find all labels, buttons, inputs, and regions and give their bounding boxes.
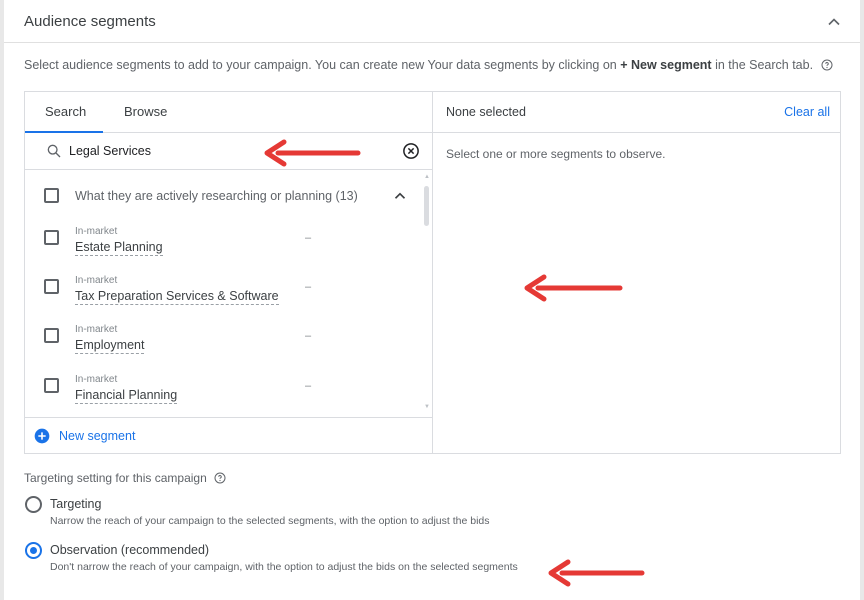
card-header: Audience segments — [4, 0, 860, 43]
help-icon[interactable] — [821, 59, 833, 71]
targeting-radio[interactable] — [25, 496, 42, 513]
group-checkbox[interactable] — [44, 188, 59, 203]
targeting-setting-text: Targeting setting for this campaign — [24, 471, 207, 485]
search-pane: Search Browse What they are actively res… — [25, 92, 433, 453]
observation-radio[interactable] — [25, 542, 42, 559]
results-list: What they are actively researching or pl… — [25, 170, 432, 416]
audience-segments-card: Audience segments Select audience segmen… — [4, 0, 860, 600]
help-icon[interactable] — [214, 472, 226, 484]
clear-all-link[interactable]: Clear all — [784, 105, 830, 119]
item-category: In-market — [75, 275, 118, 286]
intro-text: Select audience segments to add to your … — [24, 58, 833, 72]
scrollbar-thumb[interactable] — [424, 186, 429, 226]
intro-text-after: in the Search tab. — [715, 58, 814, 72]
add-circle-icon — [34, 428, 50, 444]
item-category: In-market — [75, 226, 118, 237]
new-segment-label: New segment — [59, 429, 136, 443]
list-item: In-market Financial Planning – — [25, 374, 425, 416]
item-category: In-market — [75, 374, 118, 385]
annotation-arrow-icon — [264, 139, 361, 167]
segment-picker: Search Browse What they are actively res… — [24, 91, 841, 454]
item-value: – — [305, 380, 312, 392]
clear-search-icon[interactable] — [402, 142, 420, 160]
group-label: What they are actively researching or pl… — [75, 189, 358, 203]
new-segment-button[interactable]: New segment — [25, 417, 432, 454]
item-name[interactable]: Estate Planning — [75, 240, 163, 256]
scroll-up-arrow-icon[interactable]: ▲ — [424, 174, 430, 180]
selected-pane-hint: Select one or more segments to observe. — [446, 147, 666, 161]
scroll-down-arrow-icon[interactable]: ▼ — [424, 404, 430, 410]
observation-option-title[interactable]: Observation (recommended) — [50, 543, 209, 557]
item-category: In-market — [75, 324, 118, 335]
item-name[interactable]: Tax Preparation Services & Software — [75, 289, 279, 305]
list-item: In-market Estate Planning – — [25, 226, 425, 275]
item-checkbox[interactable] — [44, 378, 59, 393]
selection-status: None selected — [446, 105, 526, 119]
list-item: In-market Tax Preparation Services & Sof… — [25, 275, 425, 324]
item-value: – — [305, 330, 312, 342]
item-value: – — [305, 232, 312, 244]
card-title: Audience segments — [24, 13, 156, 30]
intro-text-before: Select audience segments to add to your … — [24, 58, 617, 72]
list-item: In-market Employment – — [25, 324, 425, 373]
chevron-up-icon[interactable] — [391, 187, 409, 205]
item-value: – — [305, 281, 312, 293]
targeting-option-title[interactable]: Targeting — [50, 497, 101, 511]
item-name[interactable]: Employment — [75, 338, 145, 354]
tab-search[interactable]: Search — [45, 92, 86, 132]
list-scrollbar[interactable]: ▲ ▼ — [423, 174, 431, 410]
targeting-setting-label: Targeting setting for this campaign — [24, 471, 226, 485]
selected-pane: None selected Clear all Select one or mo… — [433, 92, 840, 453]
annotation-arrow-icon — [524, 274, 623, 302]
intro-new-segment-emphasis: + New segment — [620, 58, 712, 72]
annotation-arrow-icon — [548, 559, 645, 587]
item-checkbox[interactable] — [44, 230, 59, 245]
item-name[interactable]: Financial Planning — [75, 388, 178, 404]
search-icon — [47, 144, 61, 158]
search-bar — [25, 133, 432, 170]
targeting-option-desc: Narrow the reach of your campaign to the… — [50, 515, 490, 527]
selected-pane-header: None selected Clear all — [433, 92, 840, 133]
item-checkbox[interactable] — [44, 328, 59, 343]
observation-option-desc: Don't narrow the reach of your campaign,… — [50, 561, 518, 573]
chevron-up-icon[interactable] — [824, 12, 844, 32]
tab-bar: Search Browse — [25, 92, 432, 133]
tab-browse[interactable]: Browse — [124, 92, 167, 132]
item-checkbox[interactable] — [44, 279, 59, 294]
